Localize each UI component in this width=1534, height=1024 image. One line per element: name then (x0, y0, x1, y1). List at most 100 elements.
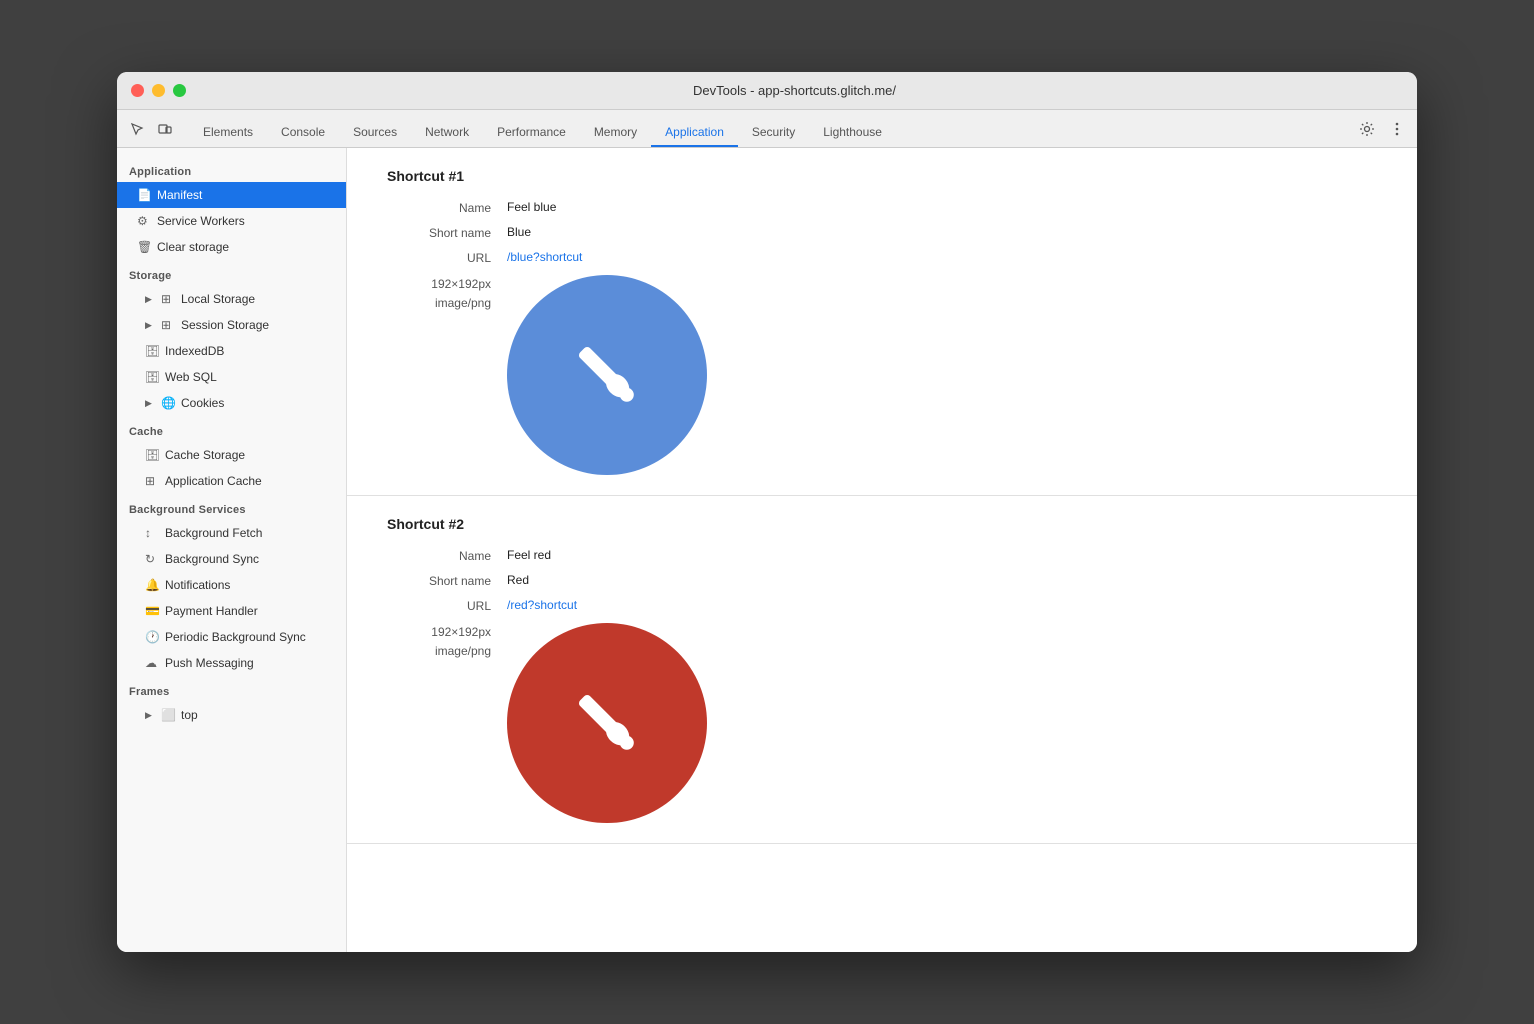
sidebar-item-session-storage[interactable]: ▶ ⊞ Session Storage (117, 312, 346, 338)
shortcut-1-url-label: URL (387, 250, 507, 265)
sidebar-item-periodic-background-sync-label: Periodic Background Sync (165, 627, 306, 647)
cursor-icon[interactable] (125, 117, 149, 141)
sidebar-item-application-cache[interactable]: ⊞ Application Cache (117, 468, 346, 494)
shortcut-1-url-row: URL /blue?shortcut (387, 250, 1377, 265)
shortcut-1-size-label: 192×192px (387, 275, 491, 294)
brush-svg-2 (562, 678, 652, 768)
toolbar-icons (125, 117, 177, 147)
shortcut-1-shortname-row: Short name Blue (387, 225, 1377, 240)
shortcut-1-image-labels: 192×192px image/png (387, 275, 507, 313)
sidebar-item-periodic-background-sync[interactable]: 🕐 Periodic Background Sync (117, 624, 346, 650)
sidebar-item-indexeddb-label: IndexedDB (165, 341, 224, 361)
tab-memory[interactable]: Memory (580, 119, 651, 147)
sidebar-item-web-sql[interactable]: 🗄 Web SQL (117, 364, 346, 390)
shortcut-1-shortname-label: Short name (387, 225, 507, 240)
cache-storage-icon: 🗄 (145, 445, 159, 465)
window-title: DevTools - app-shortcuts.glitch.me/ (186, 83, 1403, 98)
sidebar-item-web-sql-label: Web SQL (165, 367, 217, 387)
tab-performance[interactable]: Performance (483, 119, 580, 147)
sidebar-section-storage: Storage (117, 260, 346, 286)
shortcut-1-name-label: Name (387, 200, 507, 215)
periodic-background-sync-icon: 🕐 (145, 627, 159, 647)
web-sql-icon: 🗄 (145, 367, 159, 387)
sidebar: Application 📄 Manifest ⚙ Service Workers… (117, 148, 347, 952)
local-storage-icon: ⊞ (161, 289, 175, 309)
payment-handler-icon: 💳 (145, 601, 159, 621)
minimize-button[interactable] (152, 84, 165, 97)
sidebar-item-local-storage[interactable]: ▶ ⊞ Local Storage (117, 286, 346, 312)
shortcut-1-icon (507, 275, 707, 475)
sidebar-item-application-cache-label: Application Cache (165, 471, 262, 491)
sidebar-item-cache-storage[interactable]: 🗄 Cache Storage (117, 442, 346, 468)
top-frame-icon: ⬜ (161, 705, 175, 725)
tab-network[interactable]: Network (411, 119, 483, 147)
sidebar-item-push-messaging-label: Push Messaging (165, 653, 254, 673)
content-panel: Shortcut #1 Name Feel blue Short name Bl… (347, 148, 1417, 952)
shortcut-2-url-value[interactable]: /red?shortcut (507, 598, 577, 612)
session-storage-icon: ⊞ (161, 315, 175, 335)
sidebar-item-cookies[interactable]: ▶ 🌐 Cookies (117, 390, 346, 416)
shortcut-1-url-value[interactable]: /blue?shortcut (507, 250, 582, 264)
settings-icon[interactable] (1355, 117, 1379, 141)
background-fetch-icon: ↕ (145, 523, 159, 543)
background-sync-icon: ↻ (145, 549, 159, 569)
sidebar-item-push-messaging[interactable]: ☁ Push Messaging (117, 650, 346, 676)
shortcut-1-name-value: Feel blue (507, 200, 556, 214)
cookies-icon: 🌐 (161, 393, 175, 413)
shortcut-2-shortname-row: Short name Red (387, 573, 1377, 588)
device-toggle-icon[interactable] (153, 117, 177, 141)
sidebar-item-clear-storage[interactable]: 🗑 Clear storage (117, 234, 346, 260)
sidebar-item-background-sync[interactable]: ↻ Background Sync (117, 546, 346, 572)
close-button[interactable] (131, 84, 144, 97)
sidebar-item-local-storage-label: Local Storage (181, 289, 255, 309)
sidebar-item-background-fetch-label: Background Fetch (165, 523, 262, 543)
shortcut-2-name-value: Feel red (507, 548, 551, 562)
shortcut-2-icon (507, 623, 707, 823)
sidebar-item-notifications-label: Notifications (165, 575, 230, 595)
shortcut-1-name-row: Name Feel blue (387, 200, 1377, 215)
sidebar-section-cache: Cache (117, 416, 346, 442)
sidebar-item-indexeddb[interactable]: 🗄 IndexedDB (117, 338, 346, 364)
tab-security[interactable]: Security (738, 119, 809, 147)
maximize-button[interactable] (173, 84, 186, 97)
tabbar-right (1355, 117, 1409, 147)
sidebar-section-application: Application (117, 156, 346, 182)
sidebar-item-top-label: top (181, 705, 198, 725)
sidebar-item-background-fetch[interactable]: ↕ Background Fetch (117, 520, 346, 546)
clear-storage-icon: 🗑 (137, 237, 151, 257)
arrow-icon: ▶ (145, 289, 155, 309)
tab-console[interactable]: Console (267, 119, 339, 147)
sidebar-item-manifest[interactable]: 📄 Manifest (117, 182, 346, 208)
push-messaging-icon: ☁ (145, 653, 159, 673)
sidebar-item-service-workers-label: Service Workers (157, 211, 245, 231)
main-content: Application 📄 Manifest ⚙ Service Workers… (117, 148, 1417, 952)
shortcut-1-image-container: 192×192px image/png (387, 275, 1377, 475)
tab-lighthouse[interactable]: Lighthouse (809, 119, 896, 147)
shortcut-2-title: Shortcut #2 (387, 516, 1377, 532)
shortcut-2-shortname-label: Short name (387, 573, 507, 588)
tab-elements[interactable]: Elements (189, 119, 267, 147)
more-options-icon[interactable] (1385, 117, 1409, 141)
sidebar-item-service-workers[interactable]: ⚙ Service Workers (117, 208, 346, 234)
sidebar-item-payment-handler[interactable]: 💳 Payment Handler (117, 598, 346, 624)
shortcut-2-name-row: Name Feel red (387, 548, 1377, 563)
shortcut-1-shortname-value: Blue (507, 225, 531, 239)
sidebar-item-clear-storage-label: Clear storage (157, 237, 229, 257)
tab-bar: Elements Console Sources Network Perform… (117, 110, 1417, 148)
shortcut-1-section: Shortcut #1 Name Feel blue Short name Bl… (347, 148, 1417, 496)
shortcut-1-title: Shortcut #1 (387, 168, 1377, 184)
shortcut-2-name-label: Name (387, 548, 507, 563)
shortcut-2-image-labels: 192×192px image/png (387, 623, 507, 661)
sidebar-item-session-storage-label: Session Storage (181, 315, 269, 335)
tab-sources[interactable]: Sources (339, 119, 411, 147)
sidebar-item-background-sync-label: Background Sync (165, 549, 259, 569)
sidebar-section-background-services: Background Services (117, 494, 346, 520)
brush-svg-1 (562, 330, 652, 420)
sidebar-item-top[interactable]: ▶ ⬜ top (117, 702, 346, 728)
service-workers-icon: ⚙ (137, 211, 151, 231)
application-cache-icon: ⊞ (145, 471, 159, 491)
indexeddb-icon: 🗄 (145, 341, 159, 361)
arrow-icon-3: ▶ (145, 393, 155, 413)
sidebar-item-notifications[interactable]: 🔔 Notifications (117, 572, 346, 598)
tab-application[interactable]: Application (651, 119, 738, 147)
